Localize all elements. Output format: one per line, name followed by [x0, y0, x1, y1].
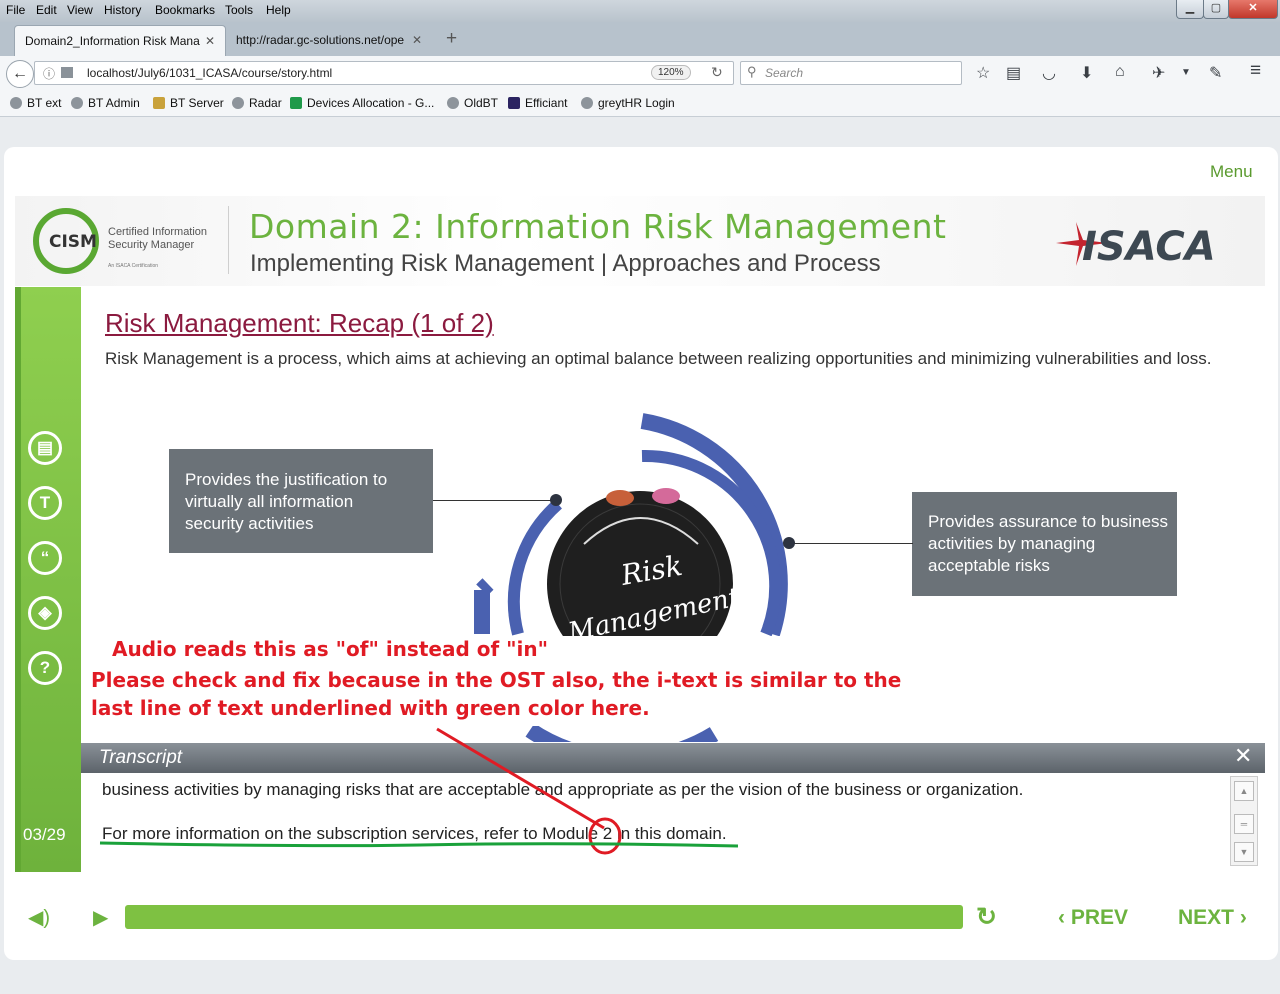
bookmark-greythr-login[interactable]: greytHR Login: [581, 96, 675, 110]
volume-icon[interactable]: ◀): [28, 905, 50, 930]
isaca-logo: ISACA: [1056, 222, 1216, 270]
url-bar[interactable]: ⓘ localhost/July6/1031_ICASA/course/stor…: [34, 61, 734, 85]
transcript-line-2: For more information on the subscription…: [102, 824, 727, 843]
close-transcript-icon[interactable]: ✕: [1234, 743, 1252, 769]
help-icon[interactable]: ?: [28, 651, 62, 685]
navigation-bar: ← ⓘ localhost/July6/1031_ICASA/course/st…: [0, 56, 1280, 92]
minimize-button[interactable]: ▁: [1176, 0, 1204, 19]
cism-text-3: An ISACA Certification: [108, 263, 158, 269]
info-icon[interactable]: ⓘ: [43, 65, 55, 82]
extension-icon[interactable]: ✈: [1152, 63, 1165, 83]
browser-menubar: File Edit View History Bookmarks Tools H…: [0, 0, 1280, 22]
transcript-header: [81, 743, 1265, 773]
player-menu-link[interactable]: Menu: [1210, 162, 1253, 182]
page-icon: [61, 67, 73, 78]
sidebar-edge: [15, 287, 21, 872]
replay-icon[interactable]: ↻: [976, 902, 997, 932]
close-tab-icon[interactable]: ✕: [205, 26, 215, 56]
search-input[interactable]: Search: [765, 66, 803, 80]
cism-text-2: Security Manager: [108, 239, 195, 251]
back-arrow-icon[interactable]: ←: [6, 60, 34, 88]
menu-history[interactable]: History: [104, 3, 141, 17]
annotation-line-1: Audio reads this as "of" instead of "in": [112, 637, 549, 661]
hamburger-menu-icon[interactable]: ≡: [1250, 60, 1261, 82]
next-button[interactable]: NEXT ›: [1178, 906, 1247, 930]
tab-strip: Domain2_Information Risk Mana ✕ http://r…: [0, 22, 1280, 56]
right-callout: Provides assurance to business activitie…: [912, 492, 1177, 596]
scroll-thumb[interactable]: ═: [1234, 814, 1254, 834]
menu-tools[interactable]: Tools: [225, 3, 253, 17]
resources-icon[interactable]: ◈: [28, 596, 62, 630]
slide-title: Risk Management: Recap (1 of 2): [105, 308, 494, 338]
quote-icon[interactable]: “: [28, 541, 62, 575]
course-subtitle: Implementing Risk Management | Approache…: [250, 250, 881, 277]
page-counter: 03/29: [23, 825, 66, 844]
header-divider: [228, 206, 229, 274]
search-icon: ⚲: [747, 64, 757, 79]
close-tab-icon[interactable]: ✕: [412, 25, 422, 55]
notes-toolbar-icon[interactable]: ✎: [1209, 63, 1222, 83]
bookmarks-bar: BT ext BT Admin BT Server Radar Devices …: [0, 92, 1280, 117]
left-callout: Provides the justification to virtually …: [169, 449, 433, 553]
globe-icon: [10, 97, 22, 109]
dropdown-icon[interactable]: ▼: [1181, 67, 1191, 78]
download-icon[interactable]: ⬇: [1080, 63, 1093, 83]
isaca-wordmark: ISACA: [1082, 224, 1216, 270]
bookmark-radar[interactable]: Radar: [232, 96, 282, 110]
menu-edit[interactable]: Edit: [36, 3, 57, 17]
tab-label: http://radar.gc-solutions.net/ope: [236, 33, 405, 47]
new-tab-button[interactable]: +: [446, 28, 457, 50]
transcript-line-1: business activities by managing risks th…: [102, 780, 1024, 799]
zoom-indicator[interactable]: 120%: [651, 65, 691, 80]
pocket-icon[interactable]: ◡: [1042, 63, 1056, 83]
b-icon: [508, 97, 520, 109]
play-icon[interactable]: ▶: [93, 905, 108, 930]
bookmark-star-icon[interactable]: ☆: [976, 63, 990, 83]
bookmark-bt-admin[interactable]: BT Admin: [71, 96, 140, 110]
reload-icon[interactable]: ↻: [711, 64, 723, 81]
risk-management-graphic: Risk Management: [470, 413, 810, 742]
cism-mark: CISM: [49, 232, 97, 252]
bookmark-oldbt[interactable]: OldBT: [447, 96, 498, 110]
transcript-title: Transcript: [99, 747, 183, 768]
player-sidebar: [15, 287, 81, 872]
globe-icon: [447, 97, 459, 109]
tab-label: Domain2_Information Risk Mana: [25, 34, 200, 48]
course-title: Domain 2: Information Risk Management: [249, 207, 947, 246]
menu-file[interactable]: File: [6, 3, 25, 17]
scroll-down-icon[interactable]: ▼: [1234, 842, 1254, 862]
notes-icon[interactable]: ▤: [28, 431, 62, 465]
menu-help[interactable]: Help: [266, 3, 291, 17]
menu-bookmarks[interactable]: Bookmarks: [155, 3, 215, 17]
seek-bar[interactable]: [125, 905, 963, 929]
tab-domain2[interactable]: Domain2_Information Risk Mana ✕: [14, 25, 226, 56]
scroll-up-icon[interactable]: ▲: [1234, 781, 1254, 801]
home-icon[interactable]: ⌂: [1115, 63, 1125, 81]
maximize-button[interactable]: ▢: [1203, 0, 1229, 19]
prev-button[interactable]: ‹ PREV: [1058, 906, 1128, 930]
tab-radar[interactable]: http://radar.gc-solutions.net/ope ✕: [226, 25, 434, 56]
annotation-line-2: Please check and fix because in the OST …: [91, 668, 902, 692]
bookmark-devices-allocation[interactable]: Devices Allocation - G...: [290, 96, 434, 110]
url-text[interactable]: localhost/July6/1031_ICASA/course/story.…: [87, 66, 332, 80]
globe-icon: [581, 97, 593, 109]
chart-icon: [153, 97, 165, 109]
globe-icon: [232, 97, 244, 109]
search-box[interactable]: ⚲ Search: [740, 61, 962, 85]
right-connector: [793, 543, 913, 544]
annotation-line-3: last line of text underlined with green …: [91, 696, 650, 720]
slide-intro: Risk Management is a process, which aims…: [105, 349, 1212, 368]
transcript-scrollbar[interactable]: ▲ ═ ▼: [1230, 776, 1258, 866]
close-window-button[interactable]: ✕: [1228, 0, 1278, 19]
cism-logo: CISM Certified Information Security Mana…: [33, 208, 207, 274]
globe-icon: [71, 97, 83, 109]
cism-text-1: Certified Information: [108, 226, 207, 238]
bookmark-efficiant[interactable]: Efficiant: [508, 96, 567, 110]
transcript-icon[interactable]: T: [28, 486, 62, 520]
bookmark-bt-server[interactable]: BT Server: [153, 96, 224, 110]
bookmark-bt-ext[interactable]: BT ext: [10, 96, 61, 110]
menu-view[interactable]: View: [67, 3, 93, 17]
sheets-icon: [290, 97, 302, 109]
reading-list-icon[interactable]: ▤: [1006, 63, 1021, 83]
